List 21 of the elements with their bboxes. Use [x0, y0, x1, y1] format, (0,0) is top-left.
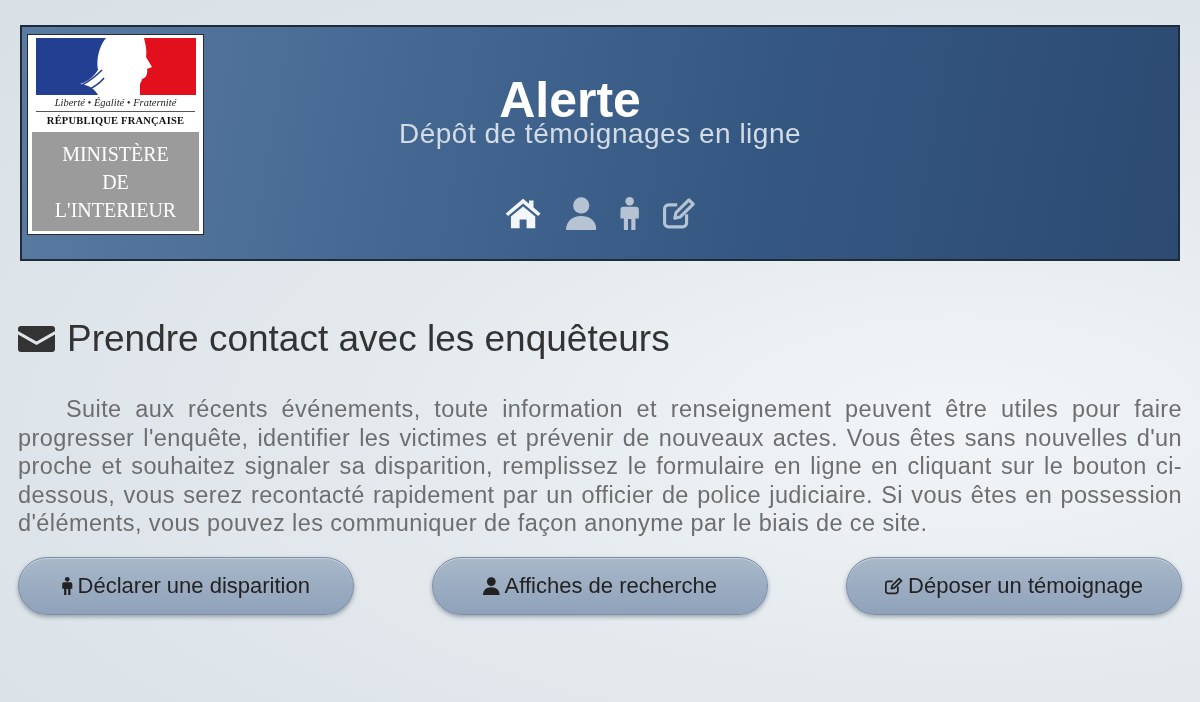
ministry-name: MINISTÈRE	[62, 141, 169, 167]
envelope-icon	[18, 326, 55, 352]
site-title: Alerte	[499, 80, 641, 120]
flag-icon	[35, 38, 196, 95]
ministry-name: DE	[102, 169, 129, 195]
site-subtitle: Dépôt de témoignages en ligne	[398, 121, 802, 147]
intro-paragraph: Suite aux récents événements, toute information et renseignement peuvent être utiles pour faire progresser l'enquête, identifier les victimes et prévenir de nouveaux actes. Vous êtes sans nouvelles d'un proche et souhaitez signaler sa disparition, remplissez le formulaire en ligne en cliquant sur le bouton ci-dessous, vous serez recontacté rapidement par un officier de police judiciaire. Si vous êtes en possession d'éléments, vous pouvez les communiquer de façon anonyme par le biais de ce site.	[18, 395, 1182, 538]
home-icon[interactable]	[503, 197, 542, 230]
action-button[interactable]: Déposer un témoignage	[846, 556, 1182, 615]
action-button[interactable]: Déclarer une disparition	[18, 556, 354, 615]
person-icon	[62, 576, 73, 595]
edit-icon[interactable]	[663, 197, 697, 230]
motto-text: Liberté • Égalité • Fraternité	[53, 97, 178, 109]
section-heading: Prendre contact avec les enquêteurs	[67, 318, 670, 360]
user-icon[interactable]	[565, 197, 597, 230]
edit-icon	[885, 576, 904, 595]
ministry-name: L'INTERIEUR	[54, 197, 177, 223]
action-button[interactable]: Affiches de recherche	[432, 556, 768, 615]
user-icon	[483, 576, 500, 595]
republic-text: RÉPUBLIQUE FRANÇAISE	[45, 114, 186, 127]
person-icon[interactable]	[620, 197, 640, 230]
